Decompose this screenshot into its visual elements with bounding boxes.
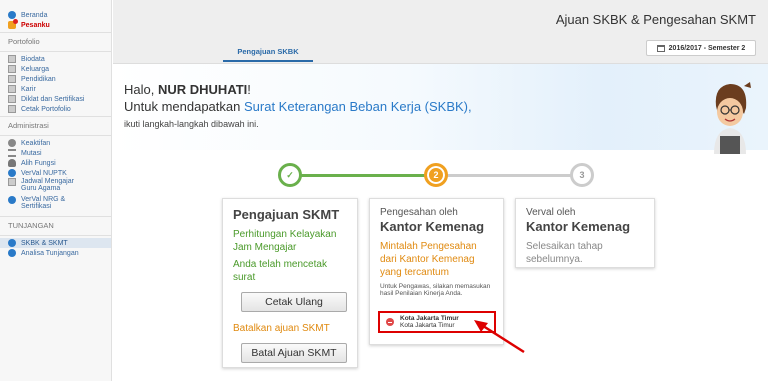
section-administrasi: Administrasi bbox=[8, 121, 49, 130]
divider bbox=[0, 116, 111, 117]
divider bbox=[0, 135, 111, 136]
info-icon bbox=[8, 196, 16, 204]
card-note: Untuk Pengawas, silakan memasukan hasil … bbox=[380, 283, 491, 297]
card-verval: Verval oleh Kantor Kemenag Selesaikan ta… bbox=[515, 198, 655, 268]
card-title: Kantor Kemenag bbox=[526, 219, 631, 234]
sidebar-item-keluarga[interactable]: Keluarga bbox=[0, 64, 111, 74]
sidebar-item-biodata[interactable]: Biodata bbox=[0, 54, 111, 64]
batalkan-link[interactable]: Batalkan ajuan SKMT bbox=[233, 323, 347, 334]
divider bbox=[0, 235, 111, 236]
sidebar-item-verval-nrg[interactable]: VerVal NRG & Sertifikasi bbox=[0, 196, 111, 214]
greeting-banner: Halo, NUR DHUHATI! Untuk mendapatkan Sur… bbox=[113, 64, 768, 154]
card-title: Kantor Kemenag bbox=[380, 219, 485, 234]
message-icon bbox=[8, 19, 18, 29]
semester-selector[interactable]: 2016/2017 - Semester 2 bbox=[646, 40, 756, 56]
document-icon bbox=[8, 65, 16, 73]
divider bbox=[0, 51, 111, 52]
document-icon bbox=[8, 178, 16, 186]
info-icon bbox=[8, 169, 16, 177]
home-icon bbox=[8, 11, 16, 19]
greeting-hello: Halo, NUR DHUHATI! bbox=[124, 82, 251, 97]
sidebar-item-mutasi[interactable]: Mutasi bbox=[0, 148, 111, 158]
cetak-ulang-button[interactable]: Cetak Ulang bbox=[241, 292, 347, 312]
tab-pengajuan-skbk[interactable]: Pengajuan SKBK bbox=[223, 47, 313, 62]
sidebar-item-cetak-portofolio[interactable]: Cetak Portofolio bbox=[0, 104, 111, 114]
sidebar-item-keaktifan[interactable]: Keaktifan bbox=[0, 138, 111, 148]
list-icon bbox=[8, 149, 16, 157]
card-subtitle: Pengesahan oleh bbox=[380, 207, 458, 218]
annotation-arrow-icon bbox=[474, 320, 525, 354]
sidebar-item-pesanku[interactable]: Pesanku bbox=[0, 19, 111, 30]
batal-ajuan-button[interactable]: Batal Ajuan SKMT bbox=[241, 343, 347, 363]
card-pengajuan-skmt: Pengajuan SKMT Perhitungan Kelayakan Jam… bbox=[222, 198, 358, 368]
divider bbox=[0, 32, 111, 33]
sidebar-item-diklat[interactable]: Diklat dan Sertifikasi bbox=[0, 94, 111, 104]
step-2-indicator: 2 bbox=[424, 163, 448, 187]
card-text: Mintalah Pengesahan dari Kantor Kemenag … bbox=[380, 241, 477, 278]
kota-name: Kota Jakarta Timur bbox=[400, 315, 459, 322]
sidebar-item-analisa-tunjangan[interactable]: Analisa Tunjangan bbox=[0, 248, 111, 258]
sidebar-item-pendidikan[interactable]: Pendidikan bbox=[0, 74, 111, 84]
page-header: Ajuan SKBK & Pengesahan SKMT Pengajuan S… bbox=[113, 0, 768, 64]
document-icon bbox=[8, 55, 16, 63]
document-icon bbox=[8, 75, 16, 83]
sidebar-item-verval-nuptk[interactable]: VerVal NUPTK bbox=[0, 168, 111, 178]
progress-line-done bbox=[290, 174, 436, 177]
skbk-link[interactable]: Surat Keterangan Beban Kerja (SKBK), bbox=[244, 99, 472, 114]
section-tunjangan: TUNJANGAN bbox=[8, 221, 54, 230]
card-text: Anda telah mencetak surat bbox=[233, 259, 327, 283]
document-icon bbox=[8, 105, 16, 113]
greeting-line3: ikuti langkah-langkah dibawah ini. bbox=[124, 119, 259, 129]
page-title: Ajuan SKBK & Pengesahan SKMT bbox=[555, 12, 756, 27]
sidebar-item-jadwal[interactable]: Jadwal Mengajar Guru Agama bbox=[0, 178, 111, 196]
card-title: Pengajuan SKMT bbox=[233, 207, 340, 222]
teacher-mascot-icon bbox=[714, 82, 751, 154]
sidebar: Beranda Pesanku Portofolio Biodata Kelua… bbox=[0, 0, 112, 381]
sidebar-item-karir[interactable]: Karir bbox=[0, 84, 111, 94]
info-icon bbox=[8, 249, 16, 257]
document-icon bbox=[8, 95, 16, 103]
section-portofolio: Portofolio bbox=[8, 37, 40, 46]
calendar-icon bbox=[656, 44, 665, 52]
card-text: Selesaikan tahap sebelumnya. bbox=[526, 241, 603, 265]
card-text: Perhitungan Kelayakan Jam Mengajar bbox=[233, 229, 337, 253]
clock-icon bbox=[8, 139, 16, 147]
remove-icon[interactable] bbox=[386, 318, 394, 326]
semester-label: 2016/2017 - Semester 2 bbox=[668, 44, 746, 52]
document-icon bbox=[8, 85, 16, 93]
step-3-indicator: 3 bbox=[570, 163, 594, 187]
user-name: NUR DHUHATI bbox=[157, 82, 248, 97]
step-1-check-icon: ✓ bbox=[278, 163, 302, 187]
progress-line-pending bbox=[436, 174, 582, 177]
person-icon bbox=[8, 159, 16, 167]
info-icon bbox=[8, 239, 16, 247]
kota-sub: Kota Jakarta Timur bbox=[400, 322, 455, 329]
divider bbox=[0, 216, 111, 217]
sidebar-item-alih-fungsi[interactable]: Alih Fungsi bbox=[0, 158, 111, 168]
greeting-line2: Untuk mendapatkan Surat Keterangan Beban… bbox=[124, 99, 472, 114]
card-subtitle: Verval oleh bbox=[526, 207, 576, 218]
sidebar-item-skbk-skmt[interactable]: SKBK & SKMT bbox=[0, 238, 111, 248]
